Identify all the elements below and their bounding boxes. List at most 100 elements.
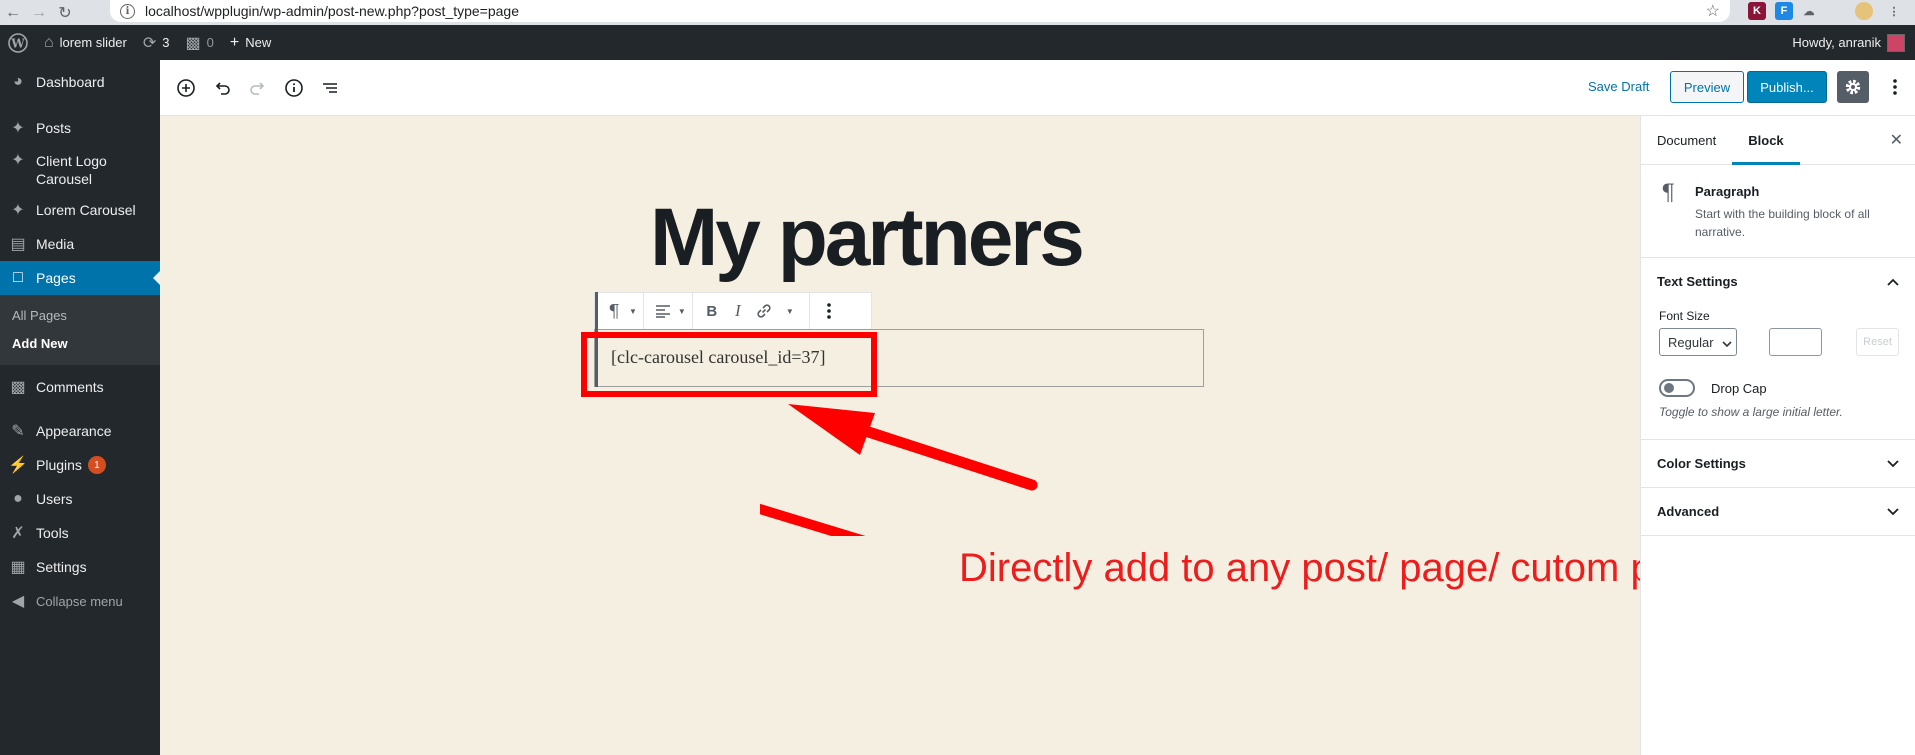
advanced-panel: Advanced xyxy=(1641,488,1915,536)
more-options-icon[interactable] xyxy=(1879,71,1911,103)
account-menu[interactable]: Howdy, anranik xyxy=(1792,25,1905,60)
comments-count: 0 xyxy=(206,35,214,50)
menu-plugins[interactable]: ⚡ Plugins 1 xyxy=(0,448,160,482)
menu-lorem-carousel[interactable]: ✦ Lorem Carousel xyxy=(0,193,160,227)
pages-icon: □ xyxy=(13,269,23,286)
back-icon[interactable]: ← xyxy=(0,0,26,25)
plus-icon: + xyxy=(229,33,240,51)
text-settings-body: Font Size Regular Reset Drop Cap Toggle xyxy=(1641,305,1915,439)
undo-icon[interactable] xyxy=(210,76,234,100)
wp-logo-icon[interactable]: W xyxy=(0,25,36,60)
font-size-label: Font Size xyxy=(1659,309,1710,323)
submenu-all-pages[interactable]: All Pages xyxy=(0,301,160,329)
menu-dashboard[interactable]: ◕ Dashboard xyxy=(0,65,160,99)
redo-icon[interactable] xyxy=(246,76,270,100)
publish-button[interactable]: Publish... xyxy=(1747,71,1827,103)
menu-label: Plugins xyxy=(36,457,82,473)
comment-icon: ▩ xyxy=(10,379,26,396)
block-name: Paragraph xyxy=(1695,184,1760,199)
save-draft-button[interactable]: Save Draft xyxy=(1588,79,1649,94)
block-card: ¶ Paragraph Start with the building bloc… xyxy=(1641,165,1915,258)
menu-appearance[interactable]: ✎ Appearance xyxy=(0,414,160,448)
panel-title: Color Settings xyxy=(1657,456,1746,471)
color-settings-toggle[interactable]: Color Settings xyxy=(1641,440,1915,487)
gear-icon xyxy=(1845,79,1861,95)
text-settings-panel: Text Settings Font Size Regular Reset Dr… xyxy=(1641,258,1915,440)
drop-cap-row: Drop Cap xyxy=(1659,379,1899,397)
menu-label: Users xyxy=(36,491,73,507)
site-name: lorem slider xyxy=(59,35,127,50)
advanced-toggle[interactable]: Advanced xyxy=(1641,488,1915,535)
block-description: Start with the building block of all nar… xyxy=(1695,207,1870,239)
pages-submenu: All Pages Add New xyxy=(0,295,160,365)
add-block-icon[interactable] xyxy=(174,76,198,100)
browser-menu-icon[interactable]: ⋮ xyxy=(1885,2,1903,20)
extension-f-icon[interactable]: F xyxy=(1775,2,1793,20)
site-name-link[interactable]: ⌂ lorem slider xyxy=(36,25,135,60)
screen: ← → ↻ i localhost/wpplugin/wp-admin/post… xyxy=(0,0,1915,755)
menu-tools[interactable]: ✗ Tools xyxy=(0,516,160,550)
editor-header: Save Draft Preview Publish... xyxy=(160,60,1915,116)
drop-cap-label: Drop Cap xyxy=(1711,380,1767,396)
close-icon[interactable]: ✕ xyxy=(1890,130,1903,150)
drop-cap-help: Toggle to show a large initial letter. xyxy=(1659,405,1843,419)
extension-k-icon[interactable]: K xyxy=(1748,2,1766,20)
media-icon: ▤ xyxy=(10,236,26,253)
user-icon: ● xyxy=(13,490,23,507)
settings-tabs: Document Block ✕ xyxy=(1641,116,1915,165)
pin-icon: ✦ xyxy=(11,120,25,137)
custom-font-size-input[interactable] xyxy=(1769,328,1823,356)
block-settings-sidebar: Document Block ✕ ¶ Paragraph Start with … xyxy=(1640,116,1915,755)
address-bar[interactable]: i localhost/wpplugin/wp-admin/post-new.p… xyxy=(110,0,1730,22)
font-size-select[interactable]: Regular xyxy=(1659,328,1738,356)
menu-pages[interactable]: □ Pages xyxy=(0,261,160,295)
pin-icon: ✦ xyxy=(11,152,25,169)
menu-label: Dashboard xyxy=(36,74,105,90)
drop-cap-toggle[interactable] xyxy=(1659,379,1695,397)
comments-link[interactable]: ▩ 0 xyxy=(178,25,222,60)
text-settings-toggle[interactable]: Text Settings xyxy=(1641,258,1915,305)
menu-users[interactable]: ● Users xyxy=(0,482,160,516)
home-icon: ⌂ xyxy=(44,33,54,51)
font-size-reset-button[interactable]: Reset xyxy=(1856,328,1899,356)
tab-block[interactable]: Block xyxy=(1732,116,1800,165)
menu-label: Settings xyxy=(36,559,87,575)
updates-link[interactable]: ⟳ 3 xyxy=(135,25,178,60)
panel-title: Advanced xyxy=(1657,504,1720,519)
tab-document[interactable]: Document xyxy=(1641,116,1732,165)
plugins-update-badge: 1 xyxy=(87,456,106,474)
menu-label: Pages xyxy=(36,270,76,286)
forward-icon[interactable]: → xyxy=(26,0,52,25)
block-navigation-icon[interactable] xyxy=(318,76,342,100)
new-label: New xyxy=(245,35,272,50)
new-content-link[interactable]: + New xyxy=(222,25,279,60)
info-icon[interactable]: i xyxy=(120,3,135,19)
collapse-menu-button[interactable]: ◀ Collapse menu xyxy=(0,584,160,618)
settings-gear-button[interactable] xyxy=(1837,71,1869,103)
chevron-down-icon xyxy=(1887,456,1899,471)
editor-canvas: My partners ¶ ▼ ▼ B I ▼ [clc-carousel ca… xyxy=(160,116,1706,755)
info-circle-icon[interactable] xyxy=(282,76,306,100)
menu-label: Comments xyxy=(36,379,104,395)
extension-cloud-icon[interactable]: ☁ xyxy=(1800,2,1818,20)
bookmark-star-icon[interactable]: ☆ xyxy=(1706,1,1720,21)
dashboard-icon: ◕ xyxy=(13,73,23,90)
menu-posts[interactable]: ✦ Posts xyxy=(0,111,160,145)
color-settings-panel: Color Settings xyxy=(1641,440,1915,488)
menu-label: Appearance xyxy=(36,423,112,439)
plugin-icon: ⚡ xyxy=(8,457,28,474)
preview-button[interactable]: Preview xyxy=(1670,71,1744,103)
submenu-add-new[interactable]: Add New xyxy=(0,329,160,357)
chevron-up-icon xyxy=(1887,274,1899,289)
menu-client-logo-carousel[interactable]: ✦ Client Logo Carousel xyxy=(0,145,160,193)
menu-label: Client Logo Carousel xyxy=(36,153,107,187)
profile-avatar[interactable] xyxy=(1855,2,1873,20)
menu-media[interactable]: ▤ Media xyxy=(0,227,160,261)
settings-sliders-icon: ▦ xyxy=(10,559,26,576)
font-size-row: Regular Reset xyxy=(1659,327,1899,357)
menu-comments[interactable]: ▩ Comments xyxy=(0,370,160,404)
reload-icon[interactable]: ↻ xyxy=(52,0,78,25)
menu-settings[interactable]: ▦ Settings xyxy=(0,550,160,584)
wrench-icon: ✗ xyxy=(11,525,25,542)
svg-text:W: W xyxy=(10,36,25,50)
